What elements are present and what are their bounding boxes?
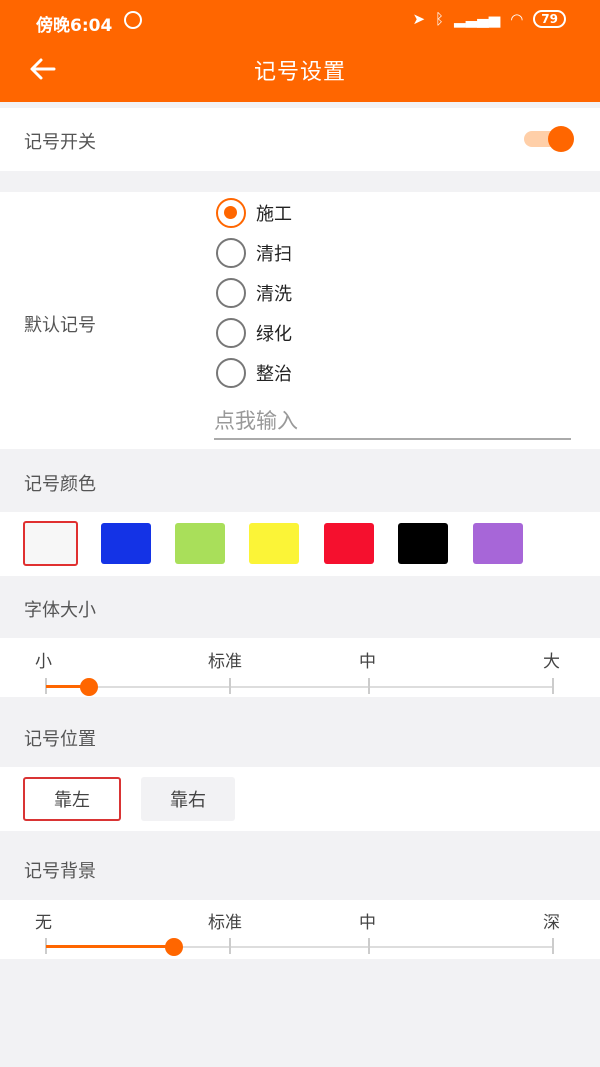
tick-label: 标准 [208, 652, 242, 672]
radio-button[interactable] [216, 318, 246, 348]
battery-icon: 79 [533, 10, 566, 28]
page-title: 记号设置 [253, 60, 346, 85]
color-swatch-yellow[interactable] [249, 523, 299, 564]
alarm-icon [124, 11, 142, 29]
font-size-thumb[interactable] [80, 678, 98, 696]
mark-background-label: 记号背景 [24, 861, 96, 882]
status-time: 傍晚6:04 [36, 16, 113, 36]
location-icon: ➤ [412, 10, 426, 28]
background-fill [46, 945, 174, 948]
font-size-track [46, 686, 553, 688]
tick-label: 小 [35, 652, 52, 672]
color-swatch-black[interactable] [398, 523, 448, 564]
font-size-label: 字体大小 [24, 600, 96, 621]
radio-label: 清洗 [256, 284, 292, 305]
status-bar: 傍晚6:04 ➤ ᛒ ▂▃▄▅ ◠ 79 [0, 0, 600, 42]
mark-position-label: 记号位置 [24, 729, 96, 750]
radio-option-zhengzhi[interactable]: 整治 [216, 358, 292, 388]
signal-icon: ▂▃▄▅ [454, 10, 501, 28]
radio-label: 整治 [256, 364, 292, 385]
mark-switch-toggle[interactable] [524, 126, 574, 152]
tick-label: 大 [543, 652, 560, 672]
wifi-icon: ◠ [510, 10, 524, 28]
bluetooth-icon: ᛒ [435, 10, 445, 28]
color-swatch-white[interactable] [23, 521, 78, 566]
default-mark-label: 默认记号 [24, 315, 96, 336]
radio-option-qingsao[interactable]: 清扫 [216, 238, 292, 268]
app-header: 记号设置 [0, 42, 600, 102]
tick-mark [368, 678, 370, 694]
custom-mark-input[interactable] [214, 404, 571, 440]
mark-switch-row: 记号开关 [0, 108, 600, 171]
radio-option-shigong[interactable]: 施工 [216, 198, 292, 228]
status-icons: ➤ ᛒ ▂▃▄▅ ◠ 79 [412, 10, 566, 28]
tick-mark [368, 938, 370, 954]
tick-label: 深 [543, 913, 560, 933]
radio-label: 绿化 [256, 324, 292, 345]
tick-mark [229, 678, 231, 694]
color-swatch-red[interactable] [324, 523, 374, 564]
color-swatch-green[interactable] [175, 523, 225, 564]
position-left-button[interactable]: 靠左 [23, 777, 121, 821]
radio-button[interactable] [216, 278, 246, 308]
tick-label: 中 [359, 913, 376, 933]
tick-mark [552, 938, 554, 954]
position-right-button[interactable]: 靠右 [141, 777, 235, 821]
tick-mark [552, 678, 554, 694]
tick-label: 标准 [208, 913, 242, 933]
radio-option-qingxi[interactable]: 清洗 [216, 278, 292, 308]
radio-button[interactable] [216, 238, 246, 268]
tick-label: 无 [35, 913, 52, 933]
radio-option-lvhua[interactable]: 绿化 [216, 318, 292, 348]
tick-label: 中 [359, 652, 376, 672]
radio-button[interactable] [216, 358, 246, 388]
color-swatch-blue[interactable] [101, 523, 151, 564]
radio-label: 施工 [256, 204, 292, 225]
mark-color-label: 记号颜色 [24, 474, 96, 495]
color-swatch-purple[interactable] [473, 523, 523, 564]
tick-mark [229, 938, 231, 954]
background-thumb[interactable] [165, 938, 183, 956]
toggle-knob [548, 126, 574, 152]
radio-button[interactable] [216, 198, 246, 228]
radio-label: 清扫 [256, 244, 292, 265]
mark-switch-label: 记号开关 [24, 132, 96, 153]
mark-background-slider-row [0, 900, 600, 959]
